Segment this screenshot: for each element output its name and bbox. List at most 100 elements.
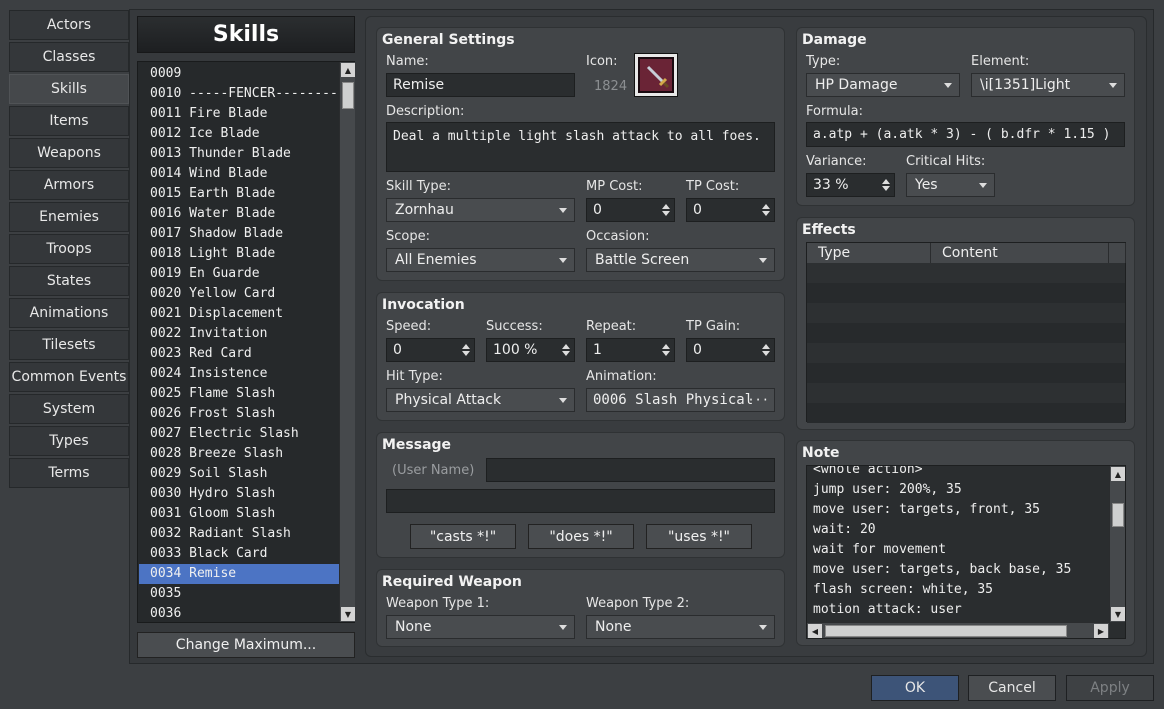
nav-tab-tilesets[interactable]: Tilesets: [9, 330, 129, 360]
scroll-down-icon[interactable]: ▼: [341, 607, 355, 621]
skill-list-item[interactable]: 0016 Water Blade: [139, 204, 339, 224]
skill-list-item[interactable]: 0034 Remise: [139, 564, 339, 584]
description-field[interactable]: Deal a multiple light slash attack to al…: [386, 122, 775, 172]
animation-picker[interactable]: 0006 Slash Physical ···: [586, 388, 775, 412]
increment-icon[interactable]: [662, 204, 670, 209]
repeat-spinner[interactable]: 1: [586, 338, 675, 362]
effects-table[interactable]: Type Content: [806, 242, 1126, 423]
decrement-icon[interactable]: [462, 351, 470, 356]
success-spinner[interactable]: 100 %: [486, 338, 575, 362]
decrement-icon[interactable]: [662, 351, 670, 356]
skill-type-select[interactable]: Zornhau: [386, 198, 575, 222]
nav-tab-actors[interactable]: Actors: [9, 10, 129, 40]
speed-spinner[interactable]: 0: [386, 338, 475, 362]
nav-tab-skills[interactable]: Skills: [9, 74, 129, 104]
effects-row[interactable]: [807, 363, 1125, 383]
skill-list-item[interactable]: 0033 Black Card: [139, 544, 339, 564]
skill-list-item[interactable]: 0012 Ice Blade: [139, 124, 339, 144]
note-textarea[interactable]: <whole action> jump user: 200%, 35 move us…: [806, 465, 1126, 639]
uses-button[interactable]: "uses *!": [646, 524, 752, 549]
skill-list-item[interactable]: 0017 Shadow Blade: [139, 224, 339, 244]
scroll-left-icon[interactable]: ◀: [808, 624, 822, 638]
tp-gain-spinner[interactable]: 0: [686, 338, 775, 362]
decrement-icon[interactable]: [882, 186, 890, 191]
nav-tab-weapons[interactable]: Weapons: [9, 138, 129, 168]
casts-button[interactable]: "casts *!": [410, 524, 516, 549]
nav-tab-common-events[interactable]: Common Events: [9, 362, 129, 392]
skill-list-item[interactable]: 0015 Earth Blade: [139, 184, 339, 204]
hit-type-select[interactable]: Physical Attack: [386, 388, 575, 412]
apply-button[interactable]: Apply: [1066, 675, 1154, 701]
effects-col-content[interactable]: Content: [931, 243, 1109, 263]
more-icon[interactable]: ···: [747, 393, 769, 407]
skill-list-item[interactable]: 0031 Gloom Slash: [139, 504, 339, 524]
effects-row[interactable]: [807, 323, 1125, 343]
scroll-up-icon[interactable]: ▲: [341, 63, 355, 77]
nav-tab-troops[interactable]: Troops: [9, 234, 129, 264]
increment-icon[interactable]: [562, 344, 570, 349]
skill-list-item[interactable]: 0018 Light Blade: [139, 244, 339, 264]
scroll-down-icon[interactable]: ▼: [1111, 607, 1125, 621]
skill-list-item[interactable]: 0035: [139, 584, 339, 604]
skill-list-item[interactable]: 0023 Red Card: [139, 344, 339, 364]
skill-list-item[interactable]: 0024 Insistence: [139, 364, 339, 384]
skill-list-item[interactable]: 0020 Yellow Card: [139, 284, 339, 304]
weapon-type1-select[interactable]: None: [386, 615, 575, 639]
nav-tab-armors[interactable]: Armors: [9, 170, 129, 200]
nav-tab-states[interactable]: States: [9, 266, 129, 296]
skill-list-item[interactable]: 0019 En Guarde: [139, 264, 339, 284]
weapon-type2-select[interactable]: None: [586, 615, 775, 639]
skill-list-item[interactable]: 0036: [139, 604, 339, 624]
skill-list-item[interactable]: 0027 Electric Slash: [139, 424, 339, 444]
tp-cost-spinner[interactable]: 0: [686, 198, 775, 222]
skill-list-item[interactable]: 0032 Radiant Slash: [139, 524, 339, 544]
icon-picker[interactable]: [634, 53, 678, 97]
cancel-button[interactable]: Cancel: [968, 675, 1056, 701]
skill-list-item[interactable]: 0026 Frost Slash: [139, 404, 339, 424]
nav-tab-enemies[interactable]: Enemies: [9, 202, 129, 232]
skill-list-item[interactable]: 0028 Breeze Slash: [139, 444, 339, 464]
element-select[interactable]: \i[1351]Light: [971, 73, 1125, 97]
scroll-hthumb[interactable]: [825, 625, 1067, 637]
scope-select[interactable]: All Enemies: [386, 248, 575, 272]
nav-tab-classes[interactable]: Classes: [9, 42, 129, 72]
decrement-icon[interactable]: [662, 211, 670, 216]
skill-list-item[interactable]: 0010 -----FENCER---------: [139, 84, 346, 104]
scroll-thumb[interactable]: [1112, 503, 1124, 527]
occasion-select[interactable]: Battle Screen: [586, 248, 775, 272]
skill-list-scrollbar[interactable]: ▲ ▼: [339, 62, 355, 622]
skill-list-item[interactable]: 0025 Flame Slash: [139, 384, 339, 404]
nav-tab-items[interactable]: Items: [9, 106, 129, 136]
ok-button[interactable]: OK: [871, 675, 959, 701]
nav-tab-types[interactable]: Types: [9, 426, 129, 456]
nav-tab-system[interactable]: System: [9, 394, 129, 424]
effects-row[interactable]: [807, 283, 1125, 303]
skill-list-item[interactable]: 0009: [139, 64, 339, 84]
increment-icon[interactable]: [882, 179, 890, 184]
skill-list[interactable]: 0009 0010 -----FENCER--------- 0011 Fire B…: [137, 61, 355, 623]
message-line2-field[interactable]: [386, 489, 775, 513]
skill-list-item[interactable]: 0030 Hydro Slash: [139, 484, 339, 504]
does-button[interactable]: "does *!": [528, 524, 634, 549]
decrement-icon[interactable]: [762, 211, 770, 216]
formula-field[interactable]: a.atp + (a.atk * 3) - ( b.dfr * 1.15 ): [806, 122, 1125, 147]
change-maximum-button[interactable]: Change Maximum...: [137, 632, 355, 658]
effects-col-type[interactable]: Type: [807, 243, 931, 263]
nav-tab-animations[interactable]: Animations: [9, 298, 129, 328]
scroll-up-icon[interactable]: ▲: [1111, 467, 1125, 481]
mp-cost-spinner[interactable]: 0: [586, 198, 675, 222]
skill-list-item[interactable]: 0013 Thunder Blade: [139, 144, 339, 164]
variance-spinner[interactable]: 33 %: [806, 173, 895, 197]
skill-list-item[interactable]: 0021 Displacement: [139, 304, 339, 324]
decrement-icon[interactable]: [762, 351, 770, 356]
damage-type-select[interactable]: HP Damage: [806, 73, 960, 97]
scroll-thumb[interactable]: [342, 82, 354, 109]
name-field[interactable]: Remise: [386, 73, 575, 97]
nav-tab-terms[interactable]: Terms: [9, 458, 129, 488]
increment-icon[interactable]: [762, 344, 770, 349]
skill-list-item[interactable]: 0011 Fire Blade: [139, 104, 339, 124]
effects-row[interactable]: [807, 263, 1125, 283]
increment-icon[interactable]: [462, 344, 470, 349]
effects-row[interactable]: [807, 403, 1125, 423]
increment-icon[interactable]: [762, 204, 770, 209]
